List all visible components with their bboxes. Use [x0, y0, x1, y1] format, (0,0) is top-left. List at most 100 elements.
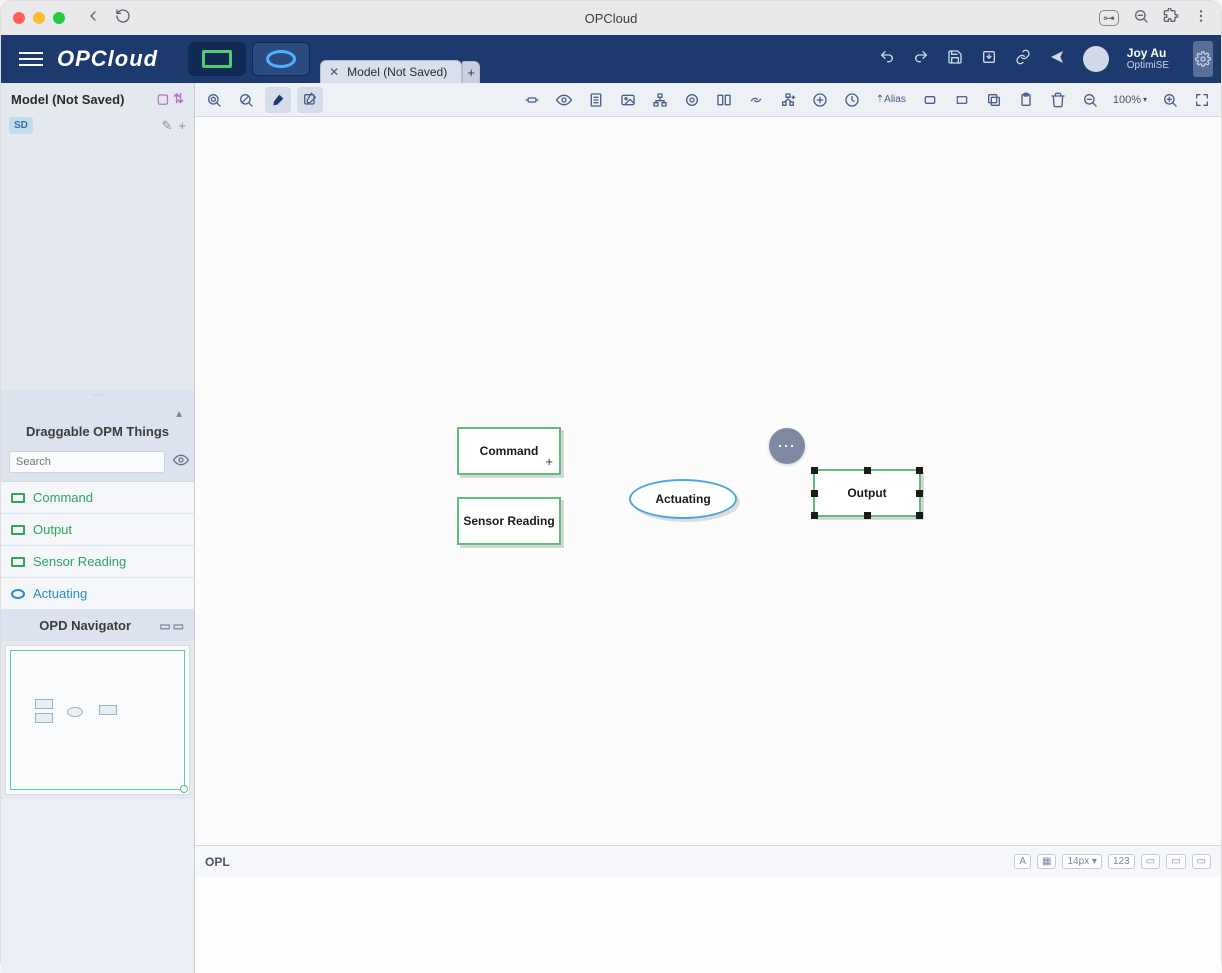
zoom-out-canvas-button[interactable] [1077, 87, 1103, 113]
alias-button[interactable]: ⇡Alias [871, 87, 911, 113]
password-icon[interactable]: ⊶ [1099, 10, 1119, 26]
user-info[interactable]: Joy Au OptimiSE [1127, 47, 1169, 71]
add-circle-button[interactable] [807, 87, 833, 113]
opd-navigator-title: OPD Navigator [39, 618, 131, 633]
browser-chrome: OPCloud ⊶ [1, 1, 1221, 35]
settings-button[interactable] [1193, 41, 1213, 77]
tab-strip: ✕ Model (Not Saved) + [320, 35, 480, 83]
thing-command[interactable]: Command [1, 482, 194, 514]
user-name: Joy Au [1127, 47, 1169, 60]
history-button[interactable] [839, 87, 865, 113]
zoom-level-dropdown[interactable]: 100%▾ [1109, 92, 1151, 108]
node-output[interactable]: Output [813, 469, 921, 517]
toggle-visibility-button[interactable] [551, 87, 577, 113]
columns-button[interactable] [711, 87, 737, 113]
opl-layout-3-button[interactable]: ▭ [1192, 854, 1211, 869]
brush-button[interactable] [265, 87, 291, 113]
model-tab[interactable]: ✕ Model (Not Saved) [320, 60, 462, 83]
reload-button[interactable] [115, 8, 131, 29]
link-button[interactable] [1015, 49, 1031, 70]
back-button[interactable] [85, 8, 101, 29]
zoom-in-canvas-button[interactable] [1157, 87, 1183, 113]
opl-label: OPL [205, 855, 230, 869]
opl-layout-1-button[interactable]: ▭ [1141, 854, 1160, 869]
plus-icon[interactable]: + [545, 454, 553, 469]
thing-actuating[interactable]: Actuating [1, 578, 194, 610]
image-button[interactable] [615, 87, 641, 113]
close-window-button[interactable] [13, 12, 25, 24]
opl-panel-header: OPL A ▦ 14px ▾ 123 ▭ ▭ ▭ [195, 845, 1221, 877]
process-shape-tool[interactable] [252, 42, 310, 76]
object-icon [11, 557, 25, 567]
hierarchy-button[interactable] [647, 87, 673, 113]
user-avatar[interactable] [1083, 46, 1109, 72]
app-header: OPCloud ✕ Model (Not Saved) + Joy Au Opt… [1, 35, 1221, 83]
context-menu-button[interactable]: ⋯ [769, 428, 805, 464]
browser-title: OPCloud [585, 11, 638, 26]
rect-outline-button[interactable] [917, 87, 943, 113]
zoom-out-icon[interactable] [1133, 8, 1149, 29]
delete-button[interactable] [1045, 87, 1071, 113]
window-controls [13, 12, 65, 24]
undo-button[interactable] [879, 49, 895, 70]
collapse-icon[interactable]: ▲ [11, 409, 184, 420]
derive-button[interactable] [775, 87, 801, 113]
node-actuating[interactable]: Actuating [629, 479, 737, 519]
visibility-toggle-icon[interactable] [173, 452, 189, 472]
zoom-fit-button[interactable] [201, 87, 227, 113]
clear-selection-button[interactable] [233, 87, 259, 113]
draggable-things-header: ▲ Draggable OPM Things [1, 401, 194, 445]
thing-output[interactable]: Output [1, 514, 194, 546]
model-header: Model (Not Saved) ▢ ⇅ [1, 83, 194, 115]
relink-button[interactable] [743, 87, 769, 113]
process-icon [11, 589, 25, 599]
opl-numbers-button[interactable]: 123 [1108, 854, 1135, 869]
send-button[interactable] [1049, 49, 1065, 70]
object-icon [11, 493, 25, 503]
ellipse-icon [266, 50, 296, 68]
save-button[interactable] [947, 49, 963, 70]
autofit-button[interactable] [519, 87, 545, 113]
document-button[interactable] [583, 87, 609, 113]
tree-icon[interactable]: ▢ [157, 91, 169, 107]
thing-sensor-reading[interactable]: Sensor Reading [1, 546, 194, 578]
opl-lang-button[interactable]: A [1014, 854, 1031, 869]
edit-note-button[interactable] [297, 87, 323, 113]
hamburger-menu-button[interactable] [19, 52, 43, 66]
node-command[interactable]: Command + [457, 427, 561, 475]
opd-navigator-minimap[interactable] [5, 645, 190, 795]
copy-button[interactable] [981, 87, 1007, 113]
new-tab-button[interactable]: + [462, 61, 480, 83]
search-input[interactable] [9, 451, 165, 473]
add-icon[interactable]: + [178, 118, 186, 134]
maximize-window-button[interactable] [53, 12, 65, 24]
object-shape-tool[interactable] [188, 42, 246, 76]
app-logo: OPCloud [57, 46, 158, 72]
redo-button[interactable] [913, 49, 929, 70]
layout-icon[interactable]: ▭ [159, 619, 170, 633]
layout-icon-2[interactable]: ▭ [173, 619, 184, 633]
node-sensor-reading[interactable]: Sensor Reading [457, 497, 561, 545]
opl-layout-2-button[interactable]: ▭ [1166, 854, 1185, 869]
opl-font-dropdown[interactable]: 14px ▾ [1062, 854, 1102, 869]
opl-toggle-button[interactable]: ▦ [1037, 854, 1056, 869]
draggable-things-title: Draggable OPM Things [11, 424, 184, 439]
canvas-toolbar: ⇡Alias 100%▾ [195, 83, 1221, 117]
sidebar: Model (Not Saved) ▢ ⇅ SD ✎ + ⋯ ▲ Draggab… [1, 83, 195, 973]
hierarchy-icon[interactable]: ⇅ [173, 91, 184, 107]
fullscreen-button[interactable] [1189, 87, 1215, 113]
paste-button[interactable] [1013, 87, 1039, 113]
tab-label: Model (Not Saved) [347, 65, 447, 79]
diagram-canvas[interactable]: Command + Sensor Reading Actuating Outpu… [195, 117, 1221, 845]
minimize-window-button[interactable] [33, 12, 45, 24]
select-area-button[interactable] [949, 87, 975, 113]
extensions-icon[interactable] [1163, 8, 1179, 29]
sd-node-badge[interactable]: SD [9, 117, 33, 134]
edit-icon[interactable]: ✎ [162, 118, 173, 134]
browser-menu-icon[interactable] [1193, 8, 1209, 29]
target-button[interactable] [679, 87, 705, 113]
model-title: Model (Not Saved) [11, 92, 124, 107]
rectangle-icon [202, 50, 232, 68]
close-tab-button[interactable]: ✕ [329, 65, 339, 79]
save-to-button[interactable] [981, 49, 997, 70]
